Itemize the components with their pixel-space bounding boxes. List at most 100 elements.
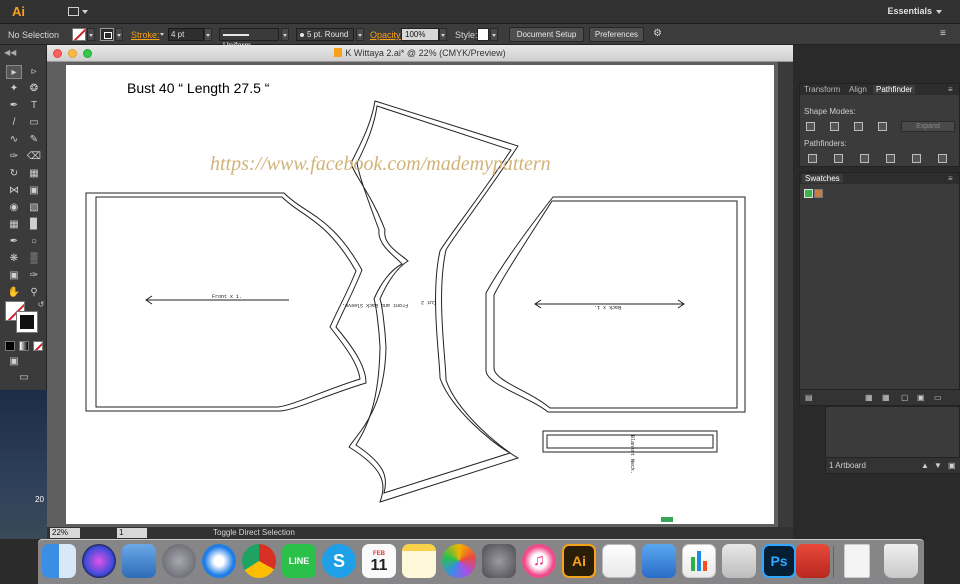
trim-icon[interactable]	[834, 154, 843, 163]
stroke-label[interactable]: Stroke:	[131, 30, 160, 40]
artboard[interactable]: Front x 1. Back x 1. Front and Back Slee…	[66, 65, 774, 524]
zip-file-icon[interactable]	[844, 544, 870, 578]
calendar-icon[interactable]: FEB 11	[362, 544, 396, 578]
style-dropdown[interactable]	[490, 28, 498, 41]
tab-swatches[interactable]: Swatches	[802, 174, 843, 183]
illustrator-icon[interactable]: Ai	[562, 544, 596, 578]
minus-front-icon[interactable]	[830, 122, 839, 131]
show-kinds-icon[interactable]: ▦	[865, 393, 873, 402]
fill-dropdown[interactable]	[87, 28, 95, 41]
artboard-tool-icon[interactable]: ▣	[6, 269, 22, 283]
stroke-stepper[interactable]	[159, 28, 167, 41]
zoom-field[interactable]: 22%	[50, 528, 80, 538]
chevron-down-icon[interactable]	[936, 10, 942, 14]
delete-swatch-icon[interactable]: ▭	[934, 393, 942, 402]
graph-tool-icon[interactable]: ▒	[26, 252, 42, 266]
paintbrush-tool-icon[interactable]: ∿	[6, 133, 22, 147]
siri-icon[interactable]	[82, 544, 116, 578]
eraser-tool-icon[interactable]: ⌫	[26, 150, 42, 164]
move-down-icon[interactable]: ▼	[934, 461, 942, 470]
workspace-switcher[interactable]: Essentials	[887, 6, 932, 16]
new-group-icon[interactable]: ▢	[901, 393, 909, 402]
gradient-tool-icon[interactable]: ▉	[26, 218, 42, 232]
vertical-scrollbar[interactable]	[778, 62, 793, 528]
itunes-icon[interactable]: ♫	[522, 544, 556, 578]
stroke-color-swatch[interactable]	[100, 28, 114, 41]
finder-icon[interactable]	[42, 544, 76, 578]
select-similar-icon[interactable]: ⚙	[653, 28, 662, 39]
variable-width-profile[interactable]: Uniform	[219, 28, 279, 50]
system-preferences-icon[interactable]	[482, 544, 516, 578]
safari-icon[interactable]	[202, 544, 236, 578]
swatch-green[interactable]	[804, 189, 813, 198]
rotate-tool-icon[interactable]: ↻	[6, 167, 22, 181]
preferences-button[interactable]: Preferences	[589, 27, 644, 42]
perspective-grid-tool-icon[interactable]: ▧	[26, 201, 42, 215]
scale-tool-icon[interactable]: ▦	[26, 167, 42, 181]
slice-tool-icon[interactable]: ✑	[26, 269, 42, 283]
stroke-dropdown[interactable]	[115, 28, 123, 41]
opacity-label[interactable]: Opacity:	[370, 30, 403, 40]
pencil-tool-icon[interactable]: ✎	[26, 133, 42, 147]
unite-icon[interactable]	[806, 122, 815, 131]
line-tool-icon[interactable]: /	[6, 116, 22, 130]
control-menu-icon[interactable]: ≡	[940, 28, 946, 39]
skype-icon[interactable]: S	[322, 544, 356, 578]
swatches-menu-icon[interactable]: ≡	[948, 174, 953, 183]
drawing-mode-icon[interactable]: ▣	[6, 355, 22, 369]
new-artboard-icon[interactable]: ▣	[948, 461, 956, 470]
opacity-dropdown[interactable]	[439, 28, 447, 41]
document-setup-button[interactable]: Document Setup	[509, 27, 584, 42]
parallels-icon[interactable]	[796, 544, 830, 578]
screen-mode-icon[interactable]: ▭	[16, 371, 32, 385]
tab-align[interactable]: Align	[849, 85, 867, 94]
eyedropper-tool-icon[interactable]: ✒	[6, 235, 22, 249]
numbers-icon[interactable]	[682, 544, 716, 578]
swatch-libraries-icon[interactable]: ▤	[805, 393, 813, 402]
color-mode-icon[interactable]	[5, 341, 15, 351]
selection-tool-icon[interactable]: ▸	[6, 65, 22, 79]
brush-definition[interactable]: 5 pt. Round	[296, 28, 354, 41]
calculator-icon[interactable]	[722, 544, 756, 578]
swatch-brown[interactable]	[814, 189, 823, 198]
trash-icon[interactable]	[884, 544, 918, 578]
tab-transform[interactable]: Transform	[804, 85, 840, 94]
artboard-navigation-field[interactable]: 1	[117, 528, 147, 538]
current-tool-status[interactable]: Toggle Direct Selection	[213, 528, 295, 537]
outline-icon[interactable]	[912, 154, 921, 163]
tab-pathfinder[interactable]: Pathfinder	[873, 85, 916, 94]
launchpad-icon[interactable]	[162, 544, 196, 578]
pattern-drawing[interactable]: Front x 1. Back x 1. Front and Back Slee…	[66, 65, 774, 524]
graphic-style-swatch[interactable]	[477, 28, 489, 41]
rectangle-tool-icon[interactable]: ▭	[26, 116, 42, 130]
mesh-tool-icon[interactable]: ▦	[6, 218, 22, 232]
move-up-icon[interactable]: ▲	[921, 461, 929, 470]
photoshop-icon[interactable]: Ps	[762, 544, 796, 578]
panel-menu-icon[interactable]: ≡	[948, 85, 953, 94]
expand-button[interactable]: Expand	[901, 121, 955, 132]
symbol-sprayer-tool-icon[interactable]: ❋	[6, 252, 22, 266]
preview-icon[interactable]	[122, 544, 156, 578]
fill-color-swatch[interactable]	[72, 28, 86, 41]
photos-icon[interactable]	[442, 544, 476, 578]
crop-icon[interactable]	[886, 154, 895, 163]
line-icon[interactable]: LINE	[282, 544, 316, 578]
exclude-icon[interactable]	[878, 122, 887, 131]
merge-icon[interactable]	[860, 154, 869, 163]
notes-icon[interactable]	[402, 544, 436, 578]
stroke-weight-field[interactable]: 4 pt	[168, 28, 204, 41]
free-transform-tool-icon[interactable]: ▣	[26, 184, 42, 198]
magic-wand-tool-icon[interactable]: ✦	[6, 82, 22, 96]
divide-icon[interactable]	[808, 154, 817, 163]
blob-brush-tool-icon[interactable]: ✑	[6, 150, 22, 164]
profile-dropdown[interactable]	[281, 28, 289, 41]
minus-back-icon[interactable]	[938, 154, 947, 163]
textedit-icon[interactable]	[602, 544, 636, 578]
arrange-documents-button[interactable]	[66, 5, 90, 19]
stroke-weight-dropdown[interactable]	[204, 28, 212, 41]
front-piece-outline[interactable]	[85, 192, 367, 412]
lasso-tool-icon[interactable]: ❂	[26, 82, 42, 96]
direct-selection-tool-icon[interactable]: ▹	[26, 65, 42, 79]
collapse-icon[interactable]: ◀◀	[4, 48, 16, 57]
intersect-icon[interactable]	[854, 122, 863, 131]
